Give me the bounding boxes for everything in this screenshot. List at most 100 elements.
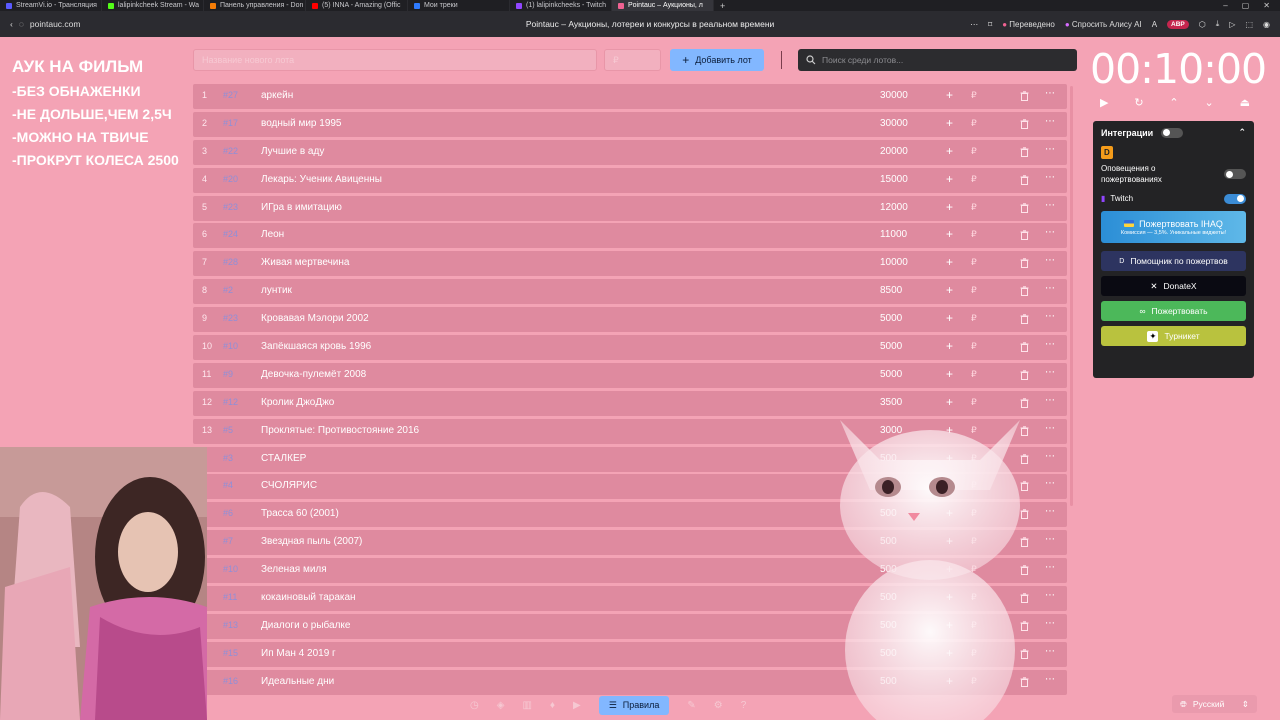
media-icon[interactable]: ▷ — [1229, 20, 1235, 29]
wheel-icon[interactable]: ◈ — [497, 700, 505, 711]
add-amount-icon[interactable]: + — [946, 116, 953, 130]
delete-icon[interactable] — [1020, 677, 1029, 687]
history-icon[interactable]: ◷ — [470, 700, 479, 711]
ruble-icon[interactable]: ₽ — [971, 676, 977, 687]
adblock-badge[interactable]: ABP — [1167, 19, 1189, 29]
ruble-icon[interactable]: ₽ — [971, 425, 977, 436]
donate-button[interactable]: ∞ Пожертвовать — [1101, 301, 1246, 321]
ruble-icon[interactable]: ₽ — [971, 229, 977, 240]
delete-icon[interactable] — [1020, 565, 1029, 576]
ruble-icon[interactable]: ₽ — [971, 257, 977, 268]
maximize-icon[interactable]: ▢ — [1242, 1, 1250, 10]
delete-icon[interactable] — [1020, 258, 1029, 269]
menu-dots-icon[interactable]: ⋯ — [970, 20, 978, 29]
more-icon[interactable]: ⋯ — [1045, 144, 1055, 155]
ruble-icon[interactable]: ₽ — [971, 313, 977, 324]
add-amount-icon[interactable]: + — [946, 144, 953, 158]
ihaq-button[interactable]: Пожертвовать IHAQ Комиссия — 3,5%. Уника… — [1101, 211, 1246, 243]
ruble-icon[interactable]: ₽ — [971, 341, 977, 352]
more-icon[interactable]: ⋯ — [1045, 172, 1055, 183]
more-icon[interactable]: ⋯ — [1045, 674, 1055, 685]
more-icon[interactable]: ⋯ — [1045, 534, 1055, 545]
lot-row[interactable]: 1 #27 аркейн 30000 + ₽ ⋯ — [193, 84, 1067, 109]
ruble-icon[interactable]: ₽ — [971, 648, 977, 659]
more-icon[interactable]: ⋯ — [1045, 227, 1055, 238]
browser-tab[interactable]: Панель управления - Don — [204, 0, 306, 11]
chevron-up-icon[interactable]: ⌃ — [1169, 96, 1178, 109]
screenshot-icon[interactable]: ⬚ — [1245, 20, 1253, 29]
delete-icon[interactable] — [1020, 202, 1029, 213]
browser-tab[interactable]: lalipinkcheek Stream - Wa — [102, 0, 204, 11]
more-icon[interactable]: ⋯ — [1045, 200, 1055, 211]
ruble-icon[interactable]: ₽ — [971, 174, 977, 185]
lot-row[interactable]: 2#16Идеальные дни500+₽⋯ — [193, 669, 1067, 695]
more-icon[interactable]: ⋯ — [1045, 506, 1055, 517]
extensions-icon[interactable]: ⬡ — [1199, 20, 1206, 29]
delete-icon[interactable] — [1020, 509, 1029, 520]
play-icon[interactable]: ▶ — [1100, 96, 1108, 109]
turniket-button[interactable]: ✦ Турникет — [1101, 326, 1246, 346]
delete-icon[interactable] — [1020, 398, 1029, 408]
lot-name-input[interactable]: Название нового лота — [193, 49, 597, 71]
donation-helper-button[interactable]: D Помощник по пожертвов — [1101, 251, 1246, 271]
lot-row[interactable]: 7#7Звездная пыль (2007)500+₽⋯ — [193, 530, 1067, 556]
browser-tab[interactable]: Мои треки — [408, 0, 510, 11]
ruble-icon[interactable]: ₽ — [971, 592, 977, 603]
lot-row[interactable]: 8 #2 лунтик 8500 + ₽ ⋯ — [193, 279, 1067, 305]
more-icon[interactable]: ⋯ — [1045, 88, 1055, 99]
add-amount-icon[interactable]: + — [946, 451, 953, 465]
eject-icon[interactable]: ⏏ — [1240, 96, 1250, 109]
delete-icon[interactable] — [1020, 119, 1029, 129]
delete-icon[interactable] — [1020, 649, 1029, 659]
more-icon[interactable]: ⋯ — [1045, 339, 1055, 350]
add-amount-icon[interactable]: + — [946, 339, 953, 353]
browser-tab[interactable]: StreamVi.io - Трансляция — [0, 0, 102, 11]
add-amount-icon[interactable]: + — [946, 227, 953, 241]
lot-row[interactable]: 9#11кокаиновый таракан500+₽⋯ — [193, 586, 1067, 612]
close-icon[interactable]: ✕ — [1263, 1, 1270, 10]
bookmark-icon[interactable]: ⌑ — [988, 20, 992, 29]
reset-icon[interactable]: ↻ — [1134, 96, 1143, 109]
integrations-toggle[interactable] — [1161, 127, 1184, 138]
browser-tab[interactable]: (5) INNA - Amazing (Offic — [306, 0, 408, 11]
add-amount-icon[interactable]: + — [946, 200, 953, 214]
delete-icon[interactable] — [1020, 286, 1029, 297]
add-amount-icon[interactable]: + — [946, 618, 953, 632]
more-icon[interactable]: ⋯ — [1045, 451, 1055, 462]
language-select[interactable]: 🌐︎ Русский ⇕ — [1172, 695, 1257, 713]
ruble-icon[interactable]: ₽ — [971, 397, 977, 408]
lot-row[interactable]: 3 #22 Лучшие в аду 20000 + ₽ ⋯ — [193, 139, 1067, 165]
add-amount-icon[interactable]: + — [946, 423, 953, 437]
add-amount-icon[interactable]: + — [946, 590, 953, 604]
rules-icon[interactable]: ▶ — [573, 700, 581, 711]
new-tab-icon[interactable]: + — [714, 1, 731, 11]
delete-icon[interactable] — [1020, 370, 1029, 380]
ruble-icon[interactable]: ₽ — [971, 146, 977, 157]
lot-amount-input[interactable]: ₽ — [604, 49, 661, 71]
slots-icon[interactable]: ▥ — [522, 700, 531, 711]
lot-row[interactable]: 2 #17 водный мир 1995 30000 + ₽ ⋯ — [193, 111, 1067, 137]
more-icon[interactable]: ⋯ — [1045, 590, 1055, 601]
lot-row[interactable]: 10 #10 Запёкшаяся кровь 1996 5000 + ₽ ⋯ — [193, 335, 1067, 361]
ask-alice-button[interactable]: ● Спросить Алису AI — [1065, 20, 1142, 29]
add-amount-icon[interactable]: + — [946, 562, 953, 576]
chevron-down-icon[interactable]: ⌄ — [1204, 96, 1213, 109]
donatex-button[interactable]: ✕ DonateX — [1101, 276, 1246, 296]
more-icon[interactable]: ⋯ — [1045, 478, 1055, 489]
ruble-icon[interactable]: ₽ — [971, 118, 977, 129]
add-amount-icon[interactable]: + — [946, 172, 953, 186]
add-amount-icon[interactable]: + — [946, 395, 953, 409]
more-icon[interactable]: ⋯ — [1045, 367, 1055, 378]
delete-icon[interactable] — [1020, 621, 1029, 631]
lot-row[interactable]: 6#6Трасса 60 (2001)500+₽⋯ — [193, 502, 1067, 528]
bell-icon[interactable]: ♦ — [550, 700, 555, 711]
add-amount-icon[interactable]: + — [946, 255, 953, 269]
chevron-up-icon[interactable]: ⌃ — [1238, 127, 1246, 138]
add-amount-icon[interactable]: + — [946, 478, 953, 492]
lot-row[interactable]: 5#4СЧОЛЯРИС500+₽⋯ — [193, 474, 1067, 500]
lot-row[interactable]: 4#3СТАЛКЕР500+₽⋯ — [193, 446, 1067, 472]
browser-tab[interactable]: Pointauc – Аукционы, л — [612, 0, 714, 11]
ruble-icon[interactable]: ₽ — [971, 620, 977, 631]
downloads-icon[interactable]: ⤓ — [1216, 19, 1220, 29]
twitch-toggle[interactable] — [1224, 193, 1246, 204]
